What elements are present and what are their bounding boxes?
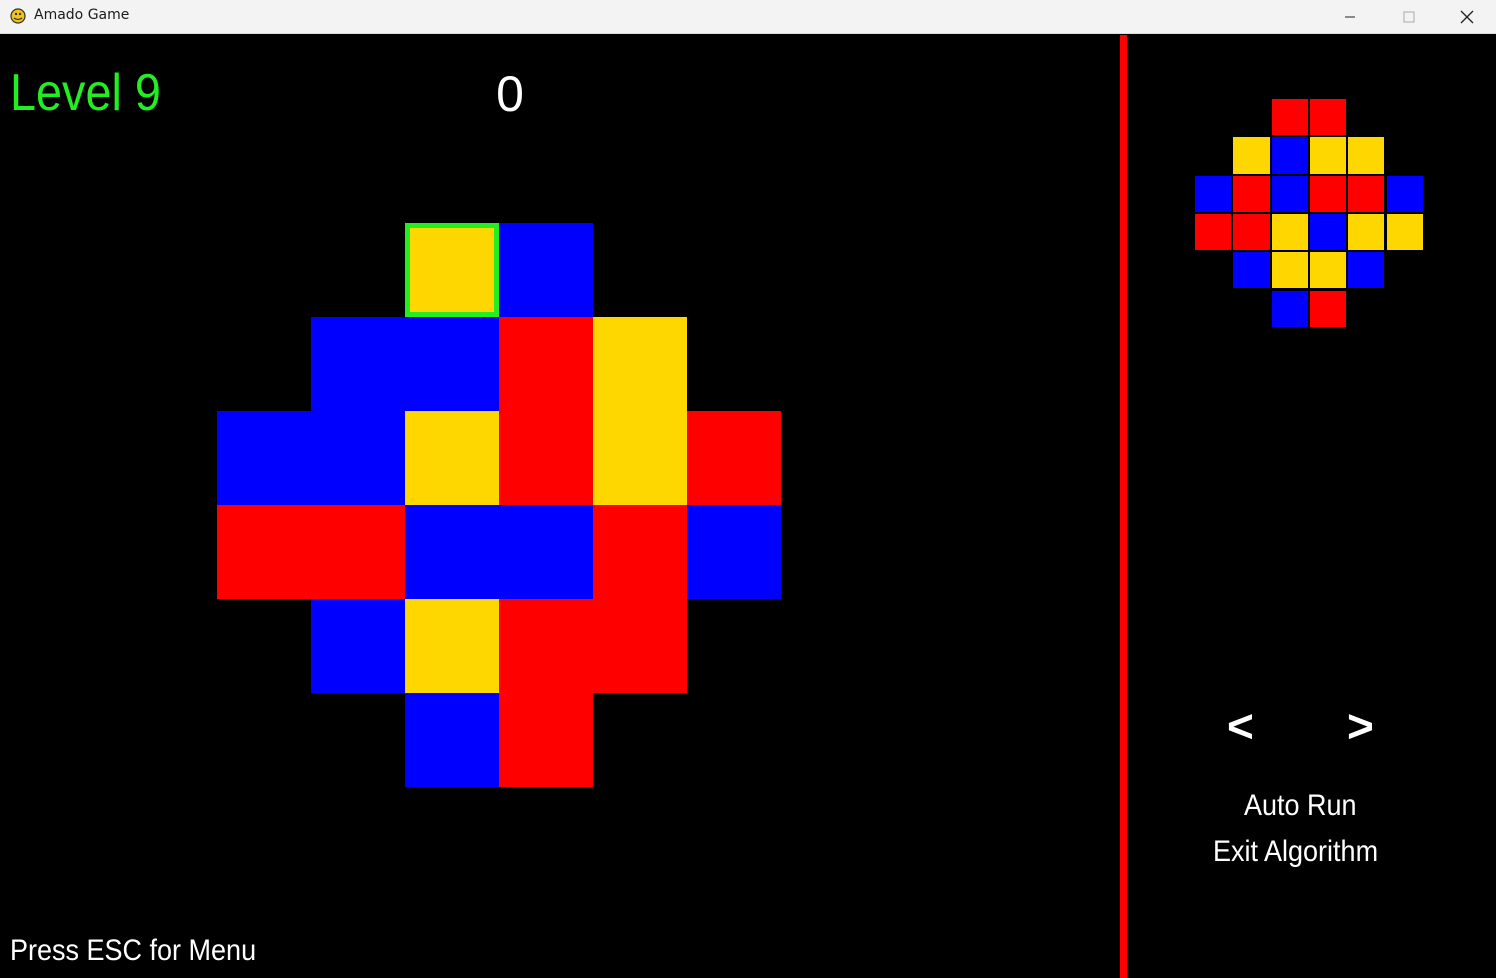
target-cell xyxy=(1308,212,1348,252)
board-cell[interactable] xyxy=(499,599,593,693)
prev-step-button[interactable]: < xyxy=(1227,703,1254,749)
esc-menu-hint: Press ESC for Menu xyxy=(10,934,257,967)
panel-divider xyxy=(1120,35,1127,978)
board-cell[interactable] xyxy=(405,411,499,505)
board-cell[interactable] xyxy=(593,599,687,693)
board-cell[interactable] xyxy=(499,223,593,317)
close-button[interactable] xyxy=(1438,0,1496,33)
window-title: Amado Game xyxy=(34,7,130,23)
target-cell xyxy=(1194,212,1233,252)
target-cell xyxy=(1270,251,1309,290)
board-cell[interactable] xyxy=(405,505,499,599)
board-cell[interactable] xyxy=(593,411,687,505)
target-cell xyxy=(1308,251,1348,290)
target-cell xyxy=(1347,212,1386,252)
board-cell[interactable] xyxy=(217,505,311,599)
board-cell[interactable] xyxy=(593,317,687,411)
target-cell xyxy=(1270,98,1309,137)
target-cell xyxy=(1308,174,1348,213)
board-cell[interactable] xyxy=(311,317,405,411)
target-cell xyxy=(1194,174,1233,213)
board-cell[interactable] xyxy=(311,505,405,599)
maximize-button[interactable] xyxy=(1380,0,1438,33)
board-cell[interactable] xyxy=(405,693,499,787)
board-cell[interactable] xyxy=(687,505,781,599)
target-cell xyxy=(1347,251,1386,290)
target-cell xyxy=(1347,136,1386,175)
board-cell[interactable] xyxy=(311,411,405,505)
board-cell[interactable] xyxy=(499,693,593,787)
target-cell xyxy=(1232,174,1271,213)
maximize-icon xyxy=(1403,11,1415,22)
minimize-icon xyxy=(1345,16,1355,17)
target-cell xyxy=(1308,136,1348,175)
target-cell xyxy=(1270,212,1309,252)
board-cell[interactable] xyxy=(405,317,499,411)
board-cell[interactable] xyxy=(499,317,593,411)
auto-run-button[interactable]: Auto Run xyxy=(1244,791,1357,821)
target-cell xyxy=(1385,212,1424,252)
exit-algorithm-button[interactable]: Exit Algorithm xyxy=(1213,837,1378,867)
close-icon xyxy=(1460,10,1474,23)
target-cell xyxy=(1347,174,1386,213)
board-cell[interactable] xyxy=(405,599,499,693)
minimize-button[interactable] xyxy=(1321,0,1379,33)
board-cell[interactable] xyxy=(593,505,687,599)
next-step-button[interactable]: > xyxy=(1347,703,1374,749)
target-cell xyxy=(1232,251,1271,290)
board-cell[interactable] xyxy=(499,411,593,505)
board-cell[interactable] xyxy=(499,505,593,599)
target-cell xyxy=(1385,174,1424,213)
window-titlebar: Amado Game xyxy=(0,0,1496,34)
move-counter: 0 xyxy=(496,66,524,122)
level-label: Level 9 xyxy=(10,64,161,122)
board-cell[interactable] xyxy=(687,411,781,505)
target-cell xyxy=(1270,289,1309,328)
target-cell xyxy=(1308,289,1348,328)
game-canvas: Level 9 0 < > Auto Run Exit Algorithm Pr… xyxy=(0,35,1496,978)
target-cell xyxy=(1232,212,1271,252)
target-cell xyxy=(1308,98,1348,137)
selected-tile[interactable] xyxy=(405,223,499,317)
target-cell xyxy=(1270,136,1309,175)
app-icon xyxy=(10,8,26,24)
board-cell[interactable] xyxy=(311,599,405,693)
target-cell xyxy=(1270,174,1309,213)
board-cell[interactable] xyxy=(217,411,311,505)
target-cell xyxy=(1232,136,1271,175)
